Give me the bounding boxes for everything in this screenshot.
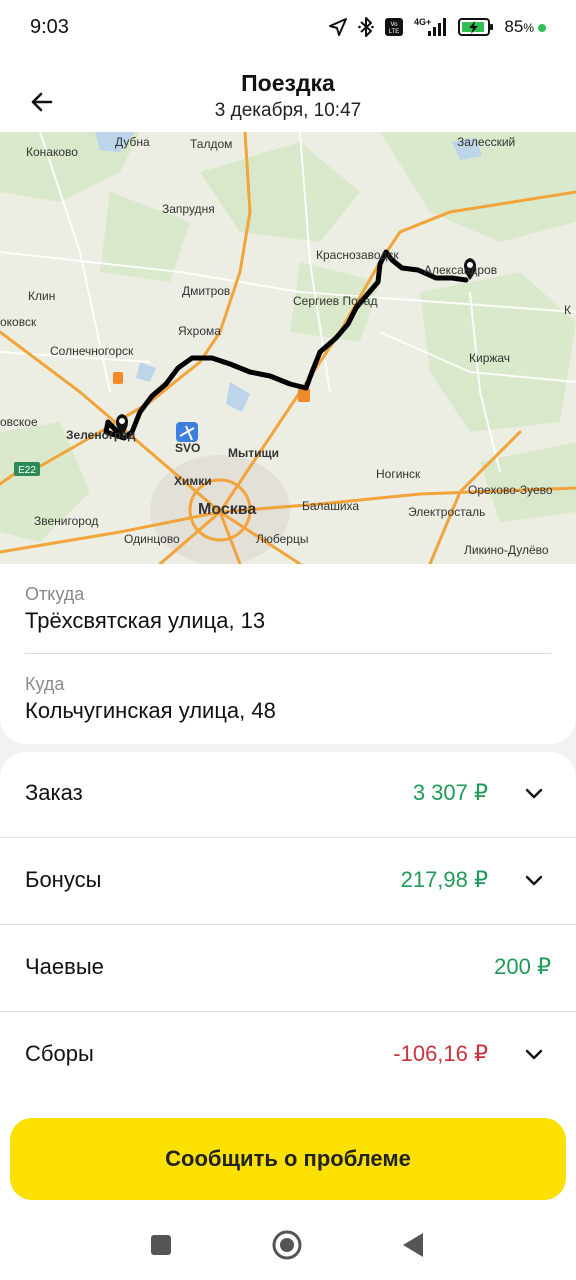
from-label: Откуда [25, 584, 85, 604]
home-icon[interactable] [270, 1228, 304, 1262]
svg-text:Vo: Vo [391, 22, 399, 28]
payment-value: 217,98 ₽ [400, 867, 488, 892]
report-problem-button[interactable]: Сообщить о проблеме [10, 1118, 566, 1200]
payment-value: 200 ₽ [494, 954, 551, 979]
to-label: Куда [25, 674, 65, 694]
battery-unit: % [523, 21, 534, 35]
payment-label: Чаевые [25, 954, 104, 979]
map-label: Талдом [190, 137, 232, 151]
to-address: Кольчугинская улица, 48 [25, 698, 276, 723]
header: Поездка 3 декабря, 10:47 [0, 54, 576, 132]
map-label: Краснозаводск [316, 248, 399, 262]
recent-apps-icon[interactable] [144, 1228, 178, 1262]
bluetooth-icon [358, 16, 375, 38]
map-label: Ногинск [376, 467, 421, 481]
map-label: оковск [0, 315, 37, 329]
map-label: Люберцы [256, 532, 308, 546]
payment-row-fees[interactable]: Сборы -106,16 ₽ [0, 1013, 576, 1099]
map-label: Конаково [26, 145, 78, 159]
svg-text:LTE: LTE [389, 29, 400, 35]
payment-value: -106,16 ₽ [393, 1041, 488, 1066]
map-label: Залесский [457, 135, 515, 149]
map-label: Химки [174, 474, 212, 488]
map-label: Москва [198, 501, 256, 518]
signal-4g-icon: 4G+ [414, 16, 448, 38]
map-label: Зеленоград [66, 428, 136, 442]
payment-value: 3 307 ₽ [412, 780, 488, 805]
map-label: Яхрома [178, 324, 221, 338]
map-label: Одинцово [124, 532, 180, 546]
map-label: К [564, 303, 571, 317]
map-label: Балашиха [302, 499, 359, 513]
system-nav-bar [0, 1208, 576, 1280]
chevron-down-icon[interactable] [522, 1043, 546, 1067]
map-label: Запрудня [162, 202, 215, 216]
airport-icon [176, 422, 198, 442]
battery-percent: 85 [504, 17, 524, 36]
divider [25, 653, 551, 654]
map-label: Орехово-Зуево [468, 483, 553, 497]
back-nav-icon[interactable] [396, 1228, 430, 1262]
map-label: Звенигород [34, 514, 98, 528]
address-card: Откуда Трёхсвятская улица, 13 Куда Кольч… [0, 564, 576, 744]
map-label: овское [0, 415, 38, 429]
battery-charging-icon [458, 17, 494, 37]
map-label: Дмитров [182, 284, 230, 298]
svg-text:4G+: 4G+ [414, 17, 431, 27]
payments-card: Заказ 3 307 ₽ Бонусы 217,98 ₽ Чаевые 200… [0, 752, 576, 1108]
road-label-e22: E22 [18, 465, 36, 476]
map-label: Клин [28, 289, 55, 303]
map-label: Электросталь [408, 505, 485, 519]
map-label: Ликино-Дулёво [464, 543, 549, 557]
toll-road-icon [298, 388, 310, 402]
map-label: SVO [175, 441, 200, 455]
location-arrow-icon [328, 17, 348, 37]
status-bar: 9:03 Vo LTE 4G+ 85% [0, 0, 576, 54]
map-label: Сергиев Посад [293, 294, 377, 308]
status-icons: Vo LTE 4G+ 85% [328, 16, 546, 38]
from-address: Трёхсвятская улица, 13 [25, 608, 266, 633]
map-label: Дубна [115, 135, 150, 149]
trip-date: 3 декабря, 10:47 [214, 100, 362, 121]
chevron-down-icon[interactable] [522, 869, 546, 893]
status-time: 9:03 [30, 15, 69, 38]
payment-label: Заказ [25, 780, 83, 805]
payment-row-bonuses[interactable]: Бонусы 217,98 ₽ [0, 839, 576, 925]
map-label: Мытищи [228, 446, 279, 460]
payment-label: Бонусы [25, 867, 102, 892]
payment-row-order[interactable]: Заказ 3 307 ₽ [0, 752, 576, 838]
page-title: Поездка [241, 70, 335, 96]
map-label: Александров [424, 263, 497, 277]
map-label: Киржач [469, 351, 510, 365]
payment-row-tips: Чаевые 200 ₽ [0, 926, 576, 1012]
route-map[interactable]: E22 Конаково Дубна Талдом Залесский Запр… [0, 132, 576, 564]
privacy-indicator-dot [538, 24, 546, 32]
chevron-down-icon[interactable] [522, 782, 546, 806]
volte-icon: Vo LTE [384, 17, 404, 37]
map-label: Солнечногорск [50, 344, 134, 358]
payment-label: Сборы [25, 1041, 94, 1066]
toll-road-icon [113, 372, 123, 384]
